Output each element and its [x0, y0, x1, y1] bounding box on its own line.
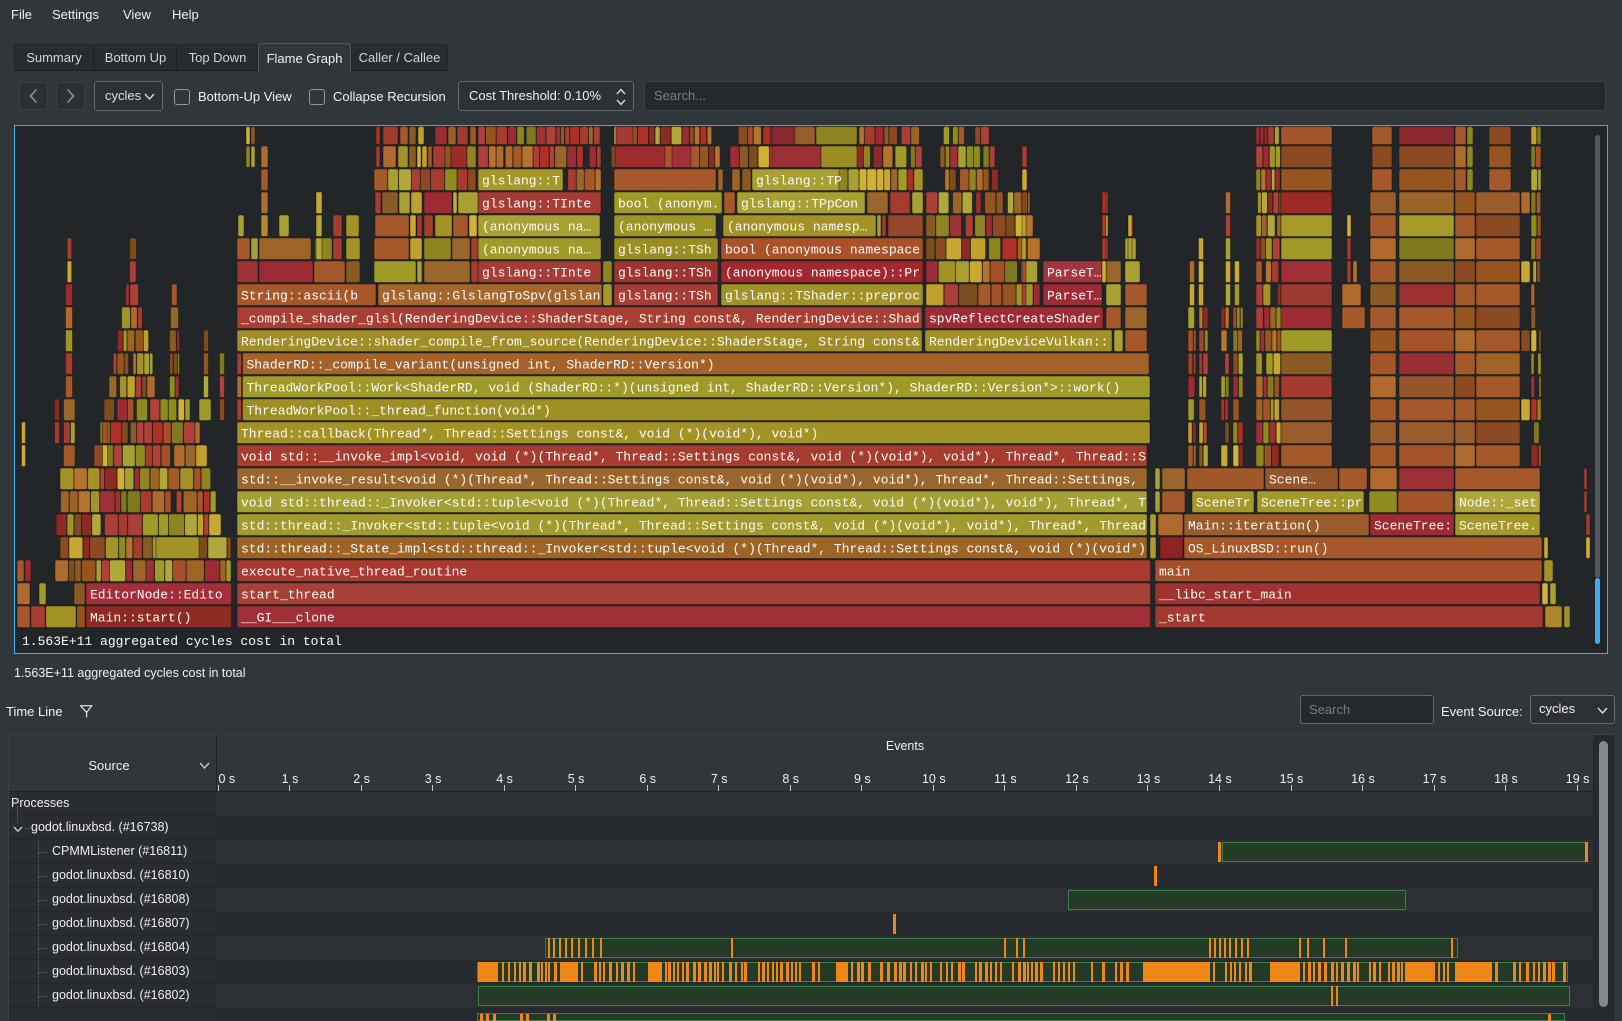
- svg-text:ParseT…: ParseT…: [1047, 265, 1102, 280]
- svg-text:SceneTr: SceneTr: [1196, 495, 1251, 510]
- svg-text:RenderingDeviceVulkan::: RenderingDeviceVulkan::: [929, 334, 1108, 349]
- svg-text:execute_native_thread_routine: execute_native_thread_routine: [241, 564, 467, 579]
- svg-text:Scene…: Scene…: [1269, 472, 1316, 487]
- svg-text:_compile_shader_glsl(Rendering: _compile_shader_glsl(RenderingDevice::Sh…: [240, 311, 920, 326]
- svg-text:spvReflectCreateShader: spvReflectCreateShader: [929, 311, 1101, 326]
- svg-text:glslang::TSh: glslang::TSh: [618, 265, 712, 280]
- svg-text:glslang::TSh: glslang::TSh: [618, 288, 712, 303]
- svg-text:_start: _start: [1158, 610, 1206, 625]
- svg-text:ShaderRD::_compile_variant(uns: ShaderRD::_compile_variant(unsigned int,…: [247, 357, 715, 372]
- svg-text:ThreadWorkPool::_thread_functi: ThreadWorkPool::_thread_function(void*): [247, 403, 551, 418]
- svg-text:glslang::TInte: glslang::TInte: [482, 265, 591, 280]
- svg-text:(anonymous na…: (anonymous na…: [482, 242, 591, 257]
- svg-text:(anonymous na…: (anonymous na…: [482, 219, 591, 234]
- svg-text:glslang::TP: glslang::TP: [756, 173, 842, 188]
- svg-text:ParseT…: ParseT…: [1047, 288, 1102, 303]
- svg-text:void std::__invoke_impl<void,: void std::__invoke_impl<void, void (*)(T…: [241, 449, 1146, 464]
- svg-text:glslang::TInte: glslang::TInte: [482, 196, 591, 211]
- svg-text:glslang::TSh: glslang::TSh: [618, 242, 712, 257]
- svg-text:bool (anonym.: bool (anonym.: [618, 196, 719, 211]
- svg-text:Main::start(): Main::start(): [90, 610, 191, 625]
- svg-text:1.563E+11 aggregated cycles co: 1.563E+11 aggregated cycles cost in tota…: [22, 634, 342, 649]
- svg-text:start_thread: start_thread: [241, 587, 335, 602]
- svg-text:std::thread::_State_impl<std::: std::thread::_State_impl<std::thread::_I…: [241, 541, 1146, 556]
- svg-text:std::thread::_Invoker<std::tup: std::thread::_Invoker<std::tuple<void (*…: [241, 518, 1146, 533]
- svg-text:OS_LinuxBSD::run(): OS_LinuxBSD::run(): [1188, 541, 1328, 556]
- svg-text:glslang::GlslangToSpv(glslan: glslang::GlslangToSpv(glslan: [382, 288, 600, 303]
- svg-text:bool (anonymous namespace: bool (anonymous namespace: [725, 242, 920, 257]
- svg-text:Main::iteration(): Main::iteration(): [1188, 518, 1321, 533]
- svg-text:Thread::callback(Thread*, Thre: Thread::callback(Thread*, Thread::Settin…: [241, 426, 818, 441]
- svg-text:(anonymous namespace)::Pr: (anonymous namespace)::Pr: [725, 265, 920, 280]
- svg-text:void std::thread::_Invoker<std: void std::thread::_Invoker<std::tuple<vo…: [241, 495, 1146, 510]
- svg-text:main: main: [1159, 564, 1190, 579]
- svg-text:EditorNode::Edito: EditorNode::Edito: [90, 587, 223, 602]
- svg-text:ThreadWorkPool::Work<ShaderRD,: ThreadWorkPool::Work<ShaderRD, void (Sha…: [247, 380, 1121, 395]
- svg-text:String::ascii(b: String::ascii(b: [241, 288, 358, 303]
- svg-text:Node::_set: Node::_set: [1459, 495, 1537, 510]
- svg-text:glslang::T: glslang::T: [482, 173, 560, 188]
- svg-text:(anonymous namesp…: (anonymous namesp…: [727, 219, 868, 234]
- svg-text:glslang::TPpCon: glslang::TPpCon: [741, 196, 858, 211]
- svg-text:__libc_start_main: __libc_start_main: [1158, 587, 1292, 602]
- svg-text:__GI___clone: __GI___clone: [240, 610, 335, 625]
- svg-text:SceneTree.: SceneTree.: [1459, 518, 1537, 533]
- svg-text:(anonymous …: (anonymous …: [618, 219, 712, 234]
- svg-text:RenderingDevice::shader_compil: RenderingDevice::shader_compile_from_sou…: [241, 334, 920, 349]
- svg-text:std::__invoke_result<void (*)(: std::__invoke_result<void (*)(Thread*, T…: [241, 472, 1138, 487]
- svg-text:glslang::TShader::preproc: glslang::TShader::preproc: [725, 288, 920, 303]
- svg-text:SceneTree:: SceneTree:: [1374, 518, 1452, 533]
- svg-text:SceneTree::pr: SceneTree::pr: [1261, 495, 1362, 510]
